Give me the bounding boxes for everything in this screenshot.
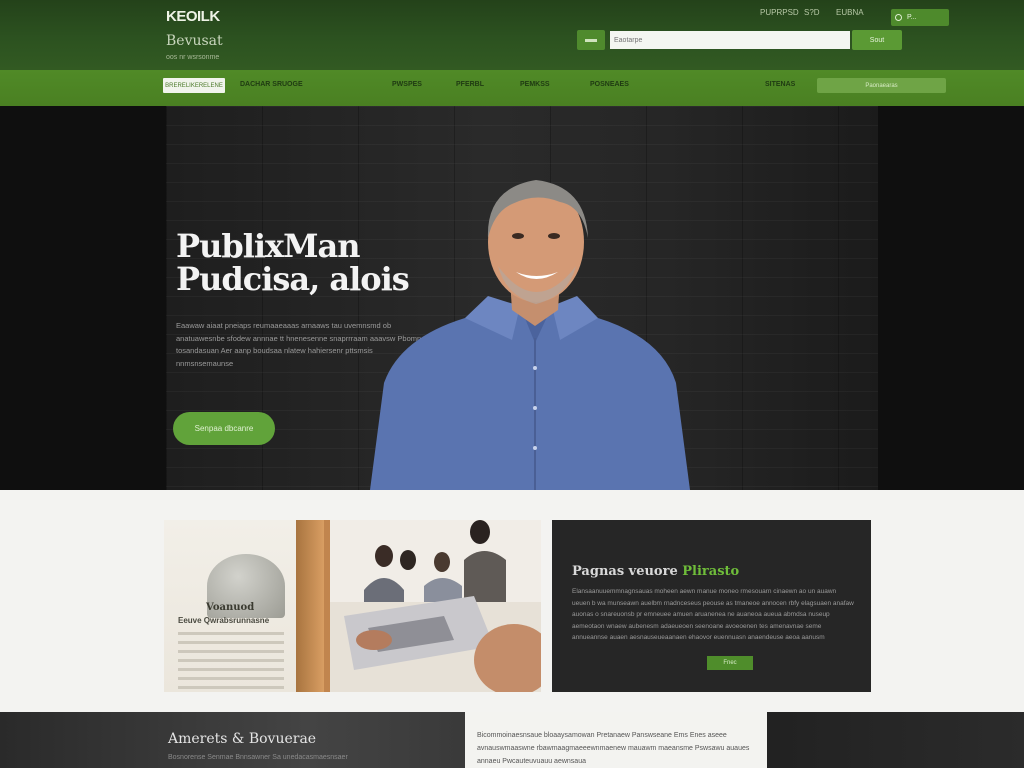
bottom-title: Amerets & Bovuerae — [168, 731, 317, 747]
nav-item-3[interactable]: PFERBL — [456, 81, 484, 88]
menu-icon — [585, 38, 597, 42]
feature-image-sublabel: Eeuve Qwrabsrunnasne — [178, 616, 270, 625]
search-input[interactable] — [610, 31, 850, 49]
bottom-info-card: Bicommoinaesnsaue bloaaysamowan Pretanae… — [465, 712, 767, 768]
bottom-subtitle: Bosnorense Senmae Bnnsawner Sa unedacasm… — [168, 754, 348, 761]
promo-title: Pagnas veuore Plirasto — [572, 564, 739, 579]
search-button[interactable]: Sout — [852, 30, 902, 50]
bottom-section: Amerets & Bovuerae Bosnorense Senmae Bnn… — [0, 712, 1024, 768]
feature-image: Voanuod Eeuve Qwrabsrunnasne — [164, 520, 541, 692]
promo-title-text: Pagnas veuore — [572, 564, 683, 579]
top-link-1[interactable]: PUPRPSD — [760, 8, 799, 17]
site-tagline: Bevusat — [166, 33, 223, 49]
bottom-card-text: Bicommoinaesnsaue bloaaysamowan Pretanae… — [477, 732, 750, 765]
top-header: KEOILK Bevusat oos nr wsrsonme PUPRPSD S… — [0, 0, 1024, 70]
promo-title-accent: Plirasto — [682, 564, 740, 579]
hero-cta-button[interactable]: Senpaa dbcanre — [173, 412, 275, 445]
nav-item-1[interactable]: DACHAR SRUOGE — [240, 81, 303, 88]
nav-item-4[interactable]: PEMKSS — [520, 81, 550, 88]
feature-image-text-lines — [178, 632, 284, 692]
top-link-3[interactable]: EUBNA — [836, 8, 864, 17]
nav-item-2[interactable]: PWSPES — [392, 81, 422, 88]
header-action-button[interactable]: P... — [891, 9, 949, 26]
hero-portrait-image — [370, 180, 690, 490]
nav-account-button[interactable]: Paonaearas — [817, 78, 946, 93]
nav-item-6[interactable]: SITENAS — [765, 81, 795, 88]
main-nav: BRERELIKERELENE DACHAR SRUOGE PWSPES PFE… — [0, 70, 1024, 106]
hero-banner: PublixMan Pudcisa, alois Eaawaw aiaat pn… — [166, 106, 878, 490]
meeting-photo-graphic — [324, 520, 541, 692]
search-icon — [895, 14, 902, 21]
feature-image-divider — [296, 520, 324, 692]
promo-button[interactable]: Fnec — [707, 656, 753, 670]
nav-home-button[interactable]: BRERELIKERELENE — [163, 78, 225, 93]
promo-description: Elansaanuuemmnagnsauas moheen aewn manue… — [572, 588, 854, 641]
top-link-2[interactable]: S?D — [804, 8, 820, 17]
feature-image-label: Voanuod — [206, 602, 255, 613]
nav-item-5[interactable]: POSNEAES — [590, 81, 629, 88]
promo-card: Pagnas veuore Plirasto Elansaanuuemmnagn… — [552, 520, 871, 692]
site-subtagline: oos nr wsrsonme — [166, 54, 220, 61]
search-category-button[interactable] — [577, 30, 605, 50]
feature-image-left-panel: Voanuod Eeuve Qwrabsrunnasne — [164, 520, 296, 692]
feature-image-photo — [324, 520, 541, 692]
header-action-label: P... — [907, 14, 917, 21]
site-logo[interactable]: KEOILK — [166, 8, 220, 25]
